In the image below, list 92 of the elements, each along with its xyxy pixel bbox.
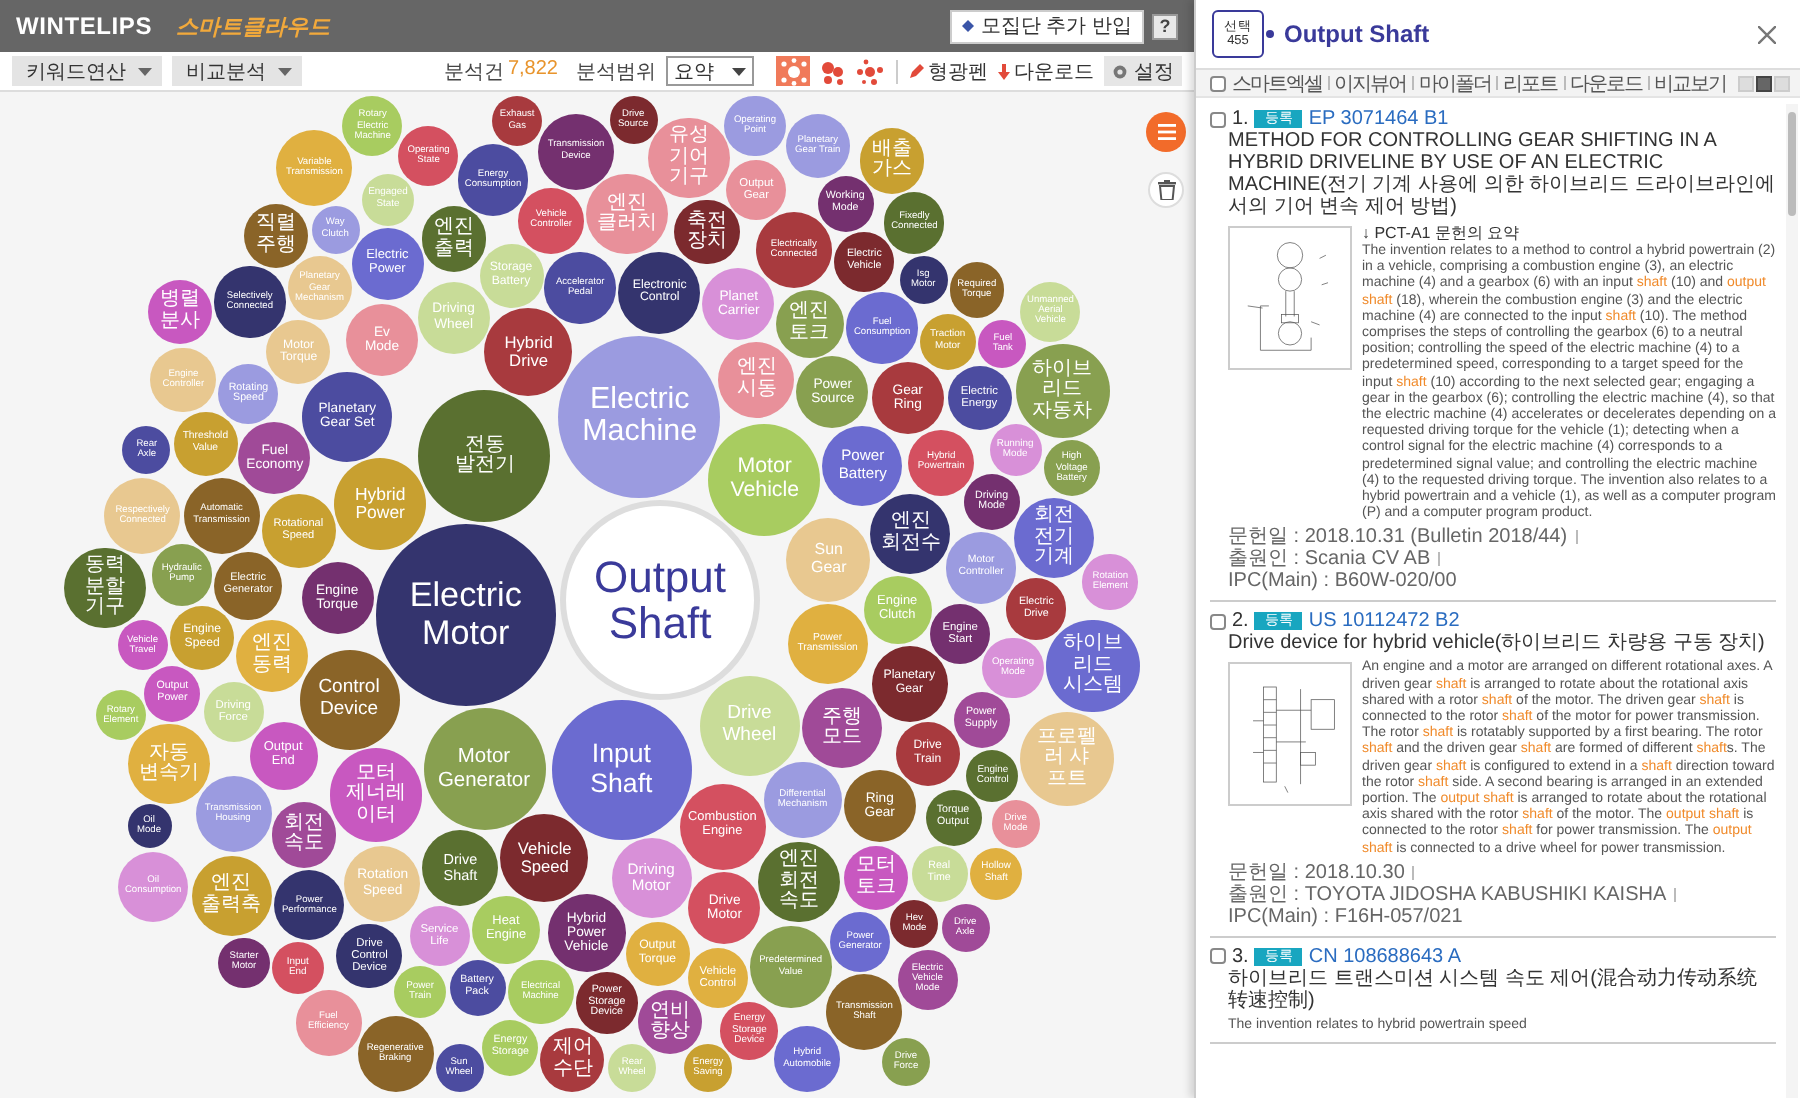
caret-icon [138,67,152,75]
add-population-button[interactable]: 모집단 추가 반입 [950,9,1144,43]
result-checkbox[interactable] [1210,111,1226,127]
topic-bubble[interactable]: 엔진 회전수 [870,493,951,574]
topic-bubble[interactable]: 하이브리드 시스템 [1046,619,1140,713]
topic-bubble[interactable]: 배출 가스 [859,128,925,194]
scroll-thumb[interactable] [1788,112,1796,216]
ipc-code: IPC(Main) : F16H-057/021 [1228,905,1465,928]
download-icon [998,63,1010,79]
trash-button[interactable] [1148,172,1184,208]
topic-bubble[interactable]: Electric Motor [375,524,557,706]
select-all-checkbox[interactable] [1210,75,1226,91]
bubble-cluster-icon [779,57,807,85]
abstract-note: ↓ PCT-A1 문헌의 요약 [1362,224,1522,243]
patent-number-link[interactable]: CN 108688643 A [1308,945,1462,968]
topic-bubble[interactable]: 하이브리드 자동차 [1015,344,1110,438]
close-icon [1758,25,1776,43]
toolbar-link[interactable]: 리포트 [1503,69,1558,97]
topic-bubble[interactable]: 회전 속도 [271,802,336,868]
topic-bubble[interactable]: Vehicle Speed [500,814,589,902]
scope-select[interactable]: 요약 [666,56,754,86]
connector-dot-icon [1266,30,1274,38]
topic-bubble[interactable]: Electric Machine [558,335,721,498]
toolbar-link[interactable]: 비교보기 [1654,69,1727,97]
topic-bubble[interactable]: 연비 향상 [637,989,703,1055]
panel-title: Output Shaft [1284,20,1430,48]
topic-bubble[interactable]: 제어 수단 [540,1027,605,1092]
publication-date: 문헌일 : 2018.10.30 [1228,861,1405,884]
ipc-code: IPC(Main) : B60W-020/00 [1228,570,1459,593]
topic-bubble[interactable]: 엔진 출력축 [191,855,272,936]
publication-date: 문헌일 : 2018.10.31 (Bulletin 2018/44) [1228,526,1568,549]
topic-bubble[interactable]: 직렬 주행 [243,203,309,269]
result-checkbox[interactable] [1210,948,1226,965]
topic-bubble[interactable]: 엔진 시동 [718,341,795,418]
topic-bubble[interactable]: 엔진 클러치 [586,174,668,255]
trash-icon [1157,180,1175,200]
topic-bubble[interactable]: 모터 토크 [843,845,909,910]
caret-icon [278,67,292,75]
topic-bubble[interactable]: Motor Generator [423,708,545,830]
list-menu-button[interactable] [1146,112,1186,152]
selected-topic-bubble[interactable]: Output Shaft [560,500,760,700]
view-button[interactable] [852,56,886,86]
result-checkbox[interactable] [1210,613,1226,630]
help-button[interactable]: ? [1152,13,1178,39]
result-index: 1. [1232,108,1249,130]
topic-bubble[interactable]: 주행 모드 [802,688,883,769]
scope-label: 분석범위 [576,59,656,85]
dropdown-button[interactable]: 비교분석 [172,56,302,86]
result-index: 2. [1232,610,1249,633]
topic-bubble[interactable]: 동력 분할 기구 [64,547,146,629]
menu-icon [1157,124,1175,140]
patent-title: 하이브리드 트랜스미션 시스템 속도 제어(混合动力传动系统转速控制) [1226,967,1759,1012]
view-button[interactable] [776,56,810,86]
bubble-cluster-icon [817,57,845,85]
topic-bubble[interactable]: 회전 전기 기계 [1013,497,1095,578]
patent-number-link[interactable]: US 10112472 B2 [1308,610,1460,633]
applicant: 출원인 : TOYOTA JIDOSHA KABUSHIKI KAISHA [1228,883,1667,906]
count-label: 분석건 [443,59,504,85]
patent-title: METHOD FOR CONTROLLING GEAR SHIFTING IN A HYBRID DRIVELINE BY USE OF AN ELECTRIC MACHINE(전기 기계 사용에 의한 하이브리드 드라이브라인에서의 기어 변속 제어 방법) [1226,130,1776,218]
bubble-cluster-icon [855,57,883,85]
settings-icon [1112,63,1128,79]
patent-number-link[interactable]: EP 3071464 B1 [1308,108,1449,130]
diamond-icon [962,20,975,32]
topic-bubble[interactable]: 병렬 분사 [147,279,212,344]
topic-bubble[interactable]: Hybrid Power [334,458,427,551]
settings-button[interactable]: 설정 [1104,56,1182,86]
toolbar-link[interactable]: 스마트엑셀 [1232,69,1322,97]
scrollbar[interactable] [1786,104,1798,1098]
download-button[interactable]: 다운로드 [998,57,1094,85]
topic-bubble[interactable]: 엔진 토크 [775,289,844,357]
applicant: 출원인 : Scania CV AB [1228,548,1431,571]
toolbar-link[interactable]: 다운로드 [1569,69,1642,97]
logo: WINTELIPS [16,12,153,40]
service-name: 스마트클라우드 [176,13,331,41]
topic-bubble[interactable]: 모터 제너레이터 [329,748,423,843]
pen-icon [908,63,924,79]
result-index: 3. [1232,945,1249,968]
topic-bubble[interactable]: 엔진 회전 속도 [758,841,840,922]
patent-title: Drive device for hybrid vehicle(하이브리드 차량용 구동 장치) [1226,632,1767,655]
topic-bubble[interactable]: Hybrid Drive [484,308,573,397]
toolbar-link[interactable]: 마이폴더 [1418,69,1491,97]
layout-toggle[interactable] [1756,75,1773,91]
count-value: 7,822 [507,57,558,83]
highlighter-button[interactable]: 형광펜 [908,57,988,85]
topic-bubble[interactable]: 전동 발전기 [418,390,551,523]
toolbar-link[interactable]: 이지뷰어 [1334,69,1407,97]
close-button[interactable] [1754,21,1780,47]
caret-icon [732,67,746,75]
topic-bubble[interactable]: 축전 장치 [674,200,740,265]
topic-bubble[interactable]: 유성 기어 기구 [648,117,730,199]
dropdown-button[interactable]: 키워드연산 [12,56,162,86]
topic-bubble[interactable]: 엔진 출력 [421,206,487,272]
